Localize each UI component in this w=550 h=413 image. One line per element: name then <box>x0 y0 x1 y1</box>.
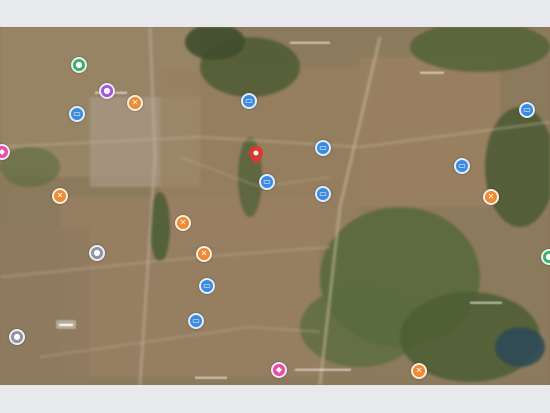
info-icon[interactable]: ▭ <box>259 174 275 190</box>
top-letterbox-bar <box>0 0 550 27</box>
map-label-blurred: ▬▬▬▬▬▬▬ <box>295 364 351 373</box>
place-icon[interactable]: ● <box>71 57 87 73</box>
food-icon[interactable]: ✕ <box>411 363 427 379</box>
map-label-blurred: ▬▬▬▬▬ <box>290 37 330 46</box>
info-icon[interactable]: ▭ <box>519 102 535 118</box>
info-icon[interactable]: ▭ <box>315 140 331 156</box>
satellite-map[interactable]: ▬▬▬▬ ▬▬▬ ▬▬▬▬▬ ▬▬▬▬ ▬▬▬▬▬▬▬ ▬▬▬▬ ▬▬ ● ● … <box>0 27 550 385</box>
bottom-letterbox-bar <box>0 385 550 413</box>
satellite-imagery <box>0 27 550 385</box>
info-icon[interactable]: ▭ <box>69 106 85 122</box>
location-pin-icon[interactable] <box>249 146 263 164</box>
info-icon[interactable]: ▭ <box>199 278 215 294</box>
road-shield: ▬▬ <box>56 320 76 329</box>
food-icon[interactable]: ✕ <box>483 189 499 205</box>
map-label-blurred: ▬▬▬▬ <box>195 372 227 381</box>
info-icon[interactable]: ▭ <box>454 158 470 174</box>
info-icon[interactable]: ▭ <box>315 186 331 202</box>
info-icon[interactable]: ▭ <box>241 93 257 109</box>
info-icon[interactable]: ▭ <box>188 313 204 329</box>
map-label-blurred: ▬▬▬ <box>420 67 444 76</box>
food-icon[interactable]: ✕ <box>127 95 143 111</box>
place-icon[interactable]: ● <box>9 329 25 345</box>
map-label-blurred: ▬▬▬▬ <box>470 297 502 306</box>
place-icon[interactable]: ● <box>99 83 115 99</box>
place-icon[interactable]: ● <box>89 245 105 261</box>
food-icon[interactable]: ✕ <box>196 246 212 262</box>
shopping-icon[interactable]: ◆ <box>271 362 287 378</box>
place-icon[interactable]: ● <box>541 249 550 265</box>
food-icon[interactable]: ✕ <box>52 188 68 204</box>
food-icon[interactable]: ✕ <box>175 215 191 231</box>
